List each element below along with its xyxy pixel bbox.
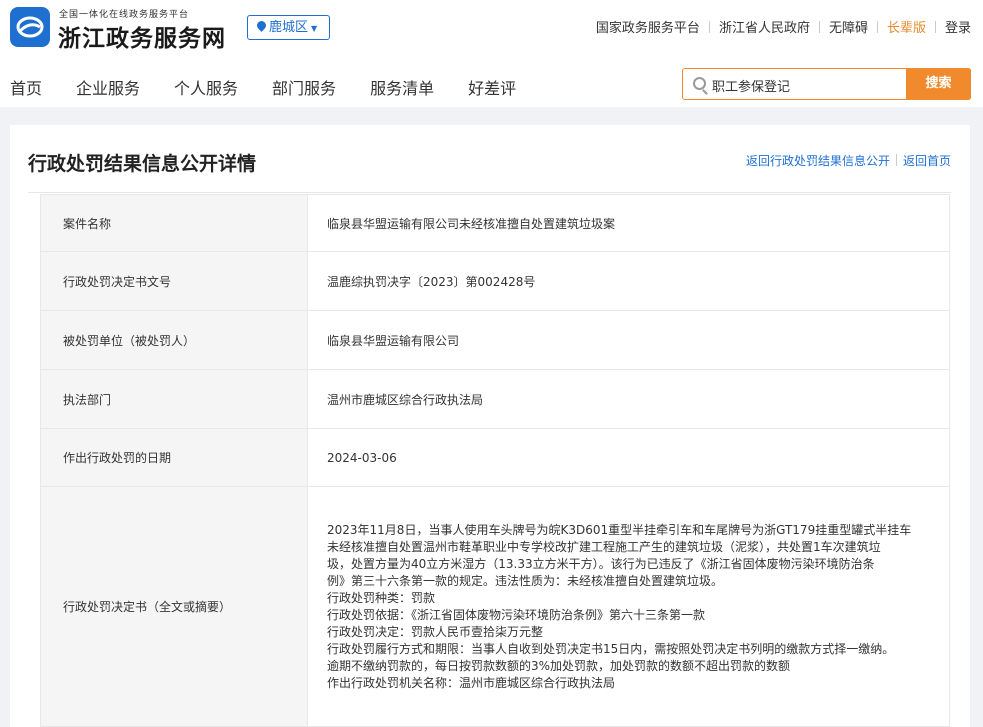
row-value: 临泉县华盟运输有限公司未经核准擅自处置建筑垃圾案: [307, 194, 950, 252]
row-label: 被处罚单位（被处罚人）: [40, 310, 308, 370]
decision-line: 逾期不缴纳罚款的，每日按罚款数额的3%加处罚款，加处罚款的数额不超出罚款的数额: [327, 658, 791, 673]
region-selector[interactable]: 鹿城区 ▼: [247, 15, 330, 40]
row-label: 行政处罚决定书文号: [40, 251, 308, 311]
decision-line: 圾，处置方量为40立方米湿方（13.33立方米干方）。该行为已违反了《浙江省固体…: [327, 556, 875, 571]
decision-line: 未经核准擅自处置温州市鞋革职业中专学校改扩建工程施工产生的建筑垃圾（泥浆），共处…: [327, 539, 881, 554]
row-value: 临泉县华盟运输有限公司: [307, 310, 950, 370]
back-to-list-link[interactable]: 返回行政处罚结果信息公开: [746, 154, 890, 168]
search-button[interactable]: 搜索: [906, 68, 971, 100]
table-row: 行政处罚决定书文号 温鹿综执罚决字〔2023〕第002428号: [40, 251, 950, 311]
decision-line: 例》第三十六条第一款的规定。违法性质为：未经核准擅自处置建筑垃圾。: [327, 573, 724, 588]
link-national-platform[interactable]: 国家政务服务平台: [596, 17, 700, 36]
site-header: 全国一体化在线政务服务平台 浙江政务服务网 鹿城区 ▼ 国家政务服务平台 浙江省人民…: [0, 0, 983, 107]
table-row: 作出行政处罚的日期 2024-03-06: [40, 428, 950, 487]
decision-line: 行政处罚履行方式和期限：当事人自收到处罚决定书15日内，需按照处罚决定书列明的缴…: [327, 641, 895, 656]
decision-line: 行政处罚决定：罚款人民币壹拾柒万元整: [327, 624, 544, 639]
row-value: 温州市鹿城区综合行政执法局: [307, 369, 950, 429]
row-label: 案件名称: [40, 194, 308, 252]
search-icon: [693, 77, 706, 90]
back-to-home-link[interactable]: 返回首页: [903, 154, 951, 168]
page-title: 行政处罚结果信息公开详情: [28, 153, 257, 175]
decision-line: 作出行政处罚机关名称：温州市鹿城区综合行政执法局: [327, 675, 616, 690]
decision-line: 行政处罚种类：罚款: [327, 590, 436, 605]
link-elder-version[interactable]: 长辈版: [887, 17, 926, 36]
divider: [708, 21, 710, 33]
top-links: 国家政务服务平台 浙江省人民政府 无障碍 长辈版 登录: [596, 17, 971, 36]
table-row: 案件名称 临泉县华盟运输有限公司未经核准擅自处置建筑垃圾案: [40, 194, 950, 252]
caret-down-icon: ▼: [311, 24, 318, 33]
link-provincial-government[interactable]: 浙江省人民政府: [719, 17, 810, 36]
divider: [28, 192, 951, 193]
decision-text: 2023年11月8日，当事人使用车头牌号为皖K3D601重型半挂牵引车和车尾牌号…: [307, 486, 950, 727]
row-label: 执法部门: [40, 369, 308, 429]
login-link[interactable]: 登录: [945, 17, 971, 36]
row-label: 行政处罚决定书（全文或摘要）: [40, 486, 308, 727]
search-input[interactable]: [712, 75, 902, 95]
breadcrumb-links: 返回行政处罚结果信息公开 返回首页: [746, 152, 951, 169]
row-label: 作出行政处罚的日期: [40, 428, 308, 487]
table-row: 被处罚单位（被处罚人） 临泉县华盟运输有限公司: [40, 310, 950, 370]
decision-line: 2023年11月8日，当事人使用车头牌号为皖K3D601重型半挂牵引车和车尾牌号…: [327, 522, 912, 537]
row-value: 2024-03-06: [307, 428, 950, 487]
main-nav: 首页 企业服务 个人服务 部门服务 服务清单 好差评: [10, 75, 550, 99]
divider: [934, 21, 936, 33]
link-accessibility[interactable]: 无障碍: [829, 17, 868, 36]
detail-table: 案件名称 临泉县华盟运输有限公司未经核准擅自处置建筑垃圾案 行政处罚决定书文号 …: [40, 194, 950, 727]
region-label: 鹿城区: [269, 20, 309, 35]
site-logo-icon[interactable]: [10, 7, 50, 47]
nav-home[interactable]: 首页: [10, 75, 42, 99]
decision-line: 行政处罚依据：《浙江省固体废物污染环境防治条例》第六十三条第一款: [327, 607, 706, 622]
divider: [895, 154, 897, 166]
table-row: 执法部门 温州市鹿城区综合行政执法局: [40, 369, 950, 429]
logo-title[interactable]: 浙江政务服务网: [58, 19, 226, 53]
nav-personal[interactable]: 个人服务: [174, 75, 238, 99]
search-box: 搜索: [682, 68, 971, 100]
divider: [876, 21, 878, 33]
nav-department[interactable]: 部门服务: [272, 75, 336, 99]
location-pin-icon: [255, 19, 268, 32]
table-row: 行政处罚决定书（全文或摘要） 2023年11月8日，当事人使用车头牌号为皖K3D…: [40, 486, 950, 727]
nav-evaluation[interactable]: 好差评: [468, 75, 516, 99]
nav-service-list[interactable]: 服务清单: [370, 75, 434, 99]
nav-enterprise[interactable]: 企业服务: [76, 75, 140, 99]
divider: [818, 21, 820, 33]
row-value: 温鹿综执罚决字〔2023〕第002428号: [307, 251, 950, 311]
